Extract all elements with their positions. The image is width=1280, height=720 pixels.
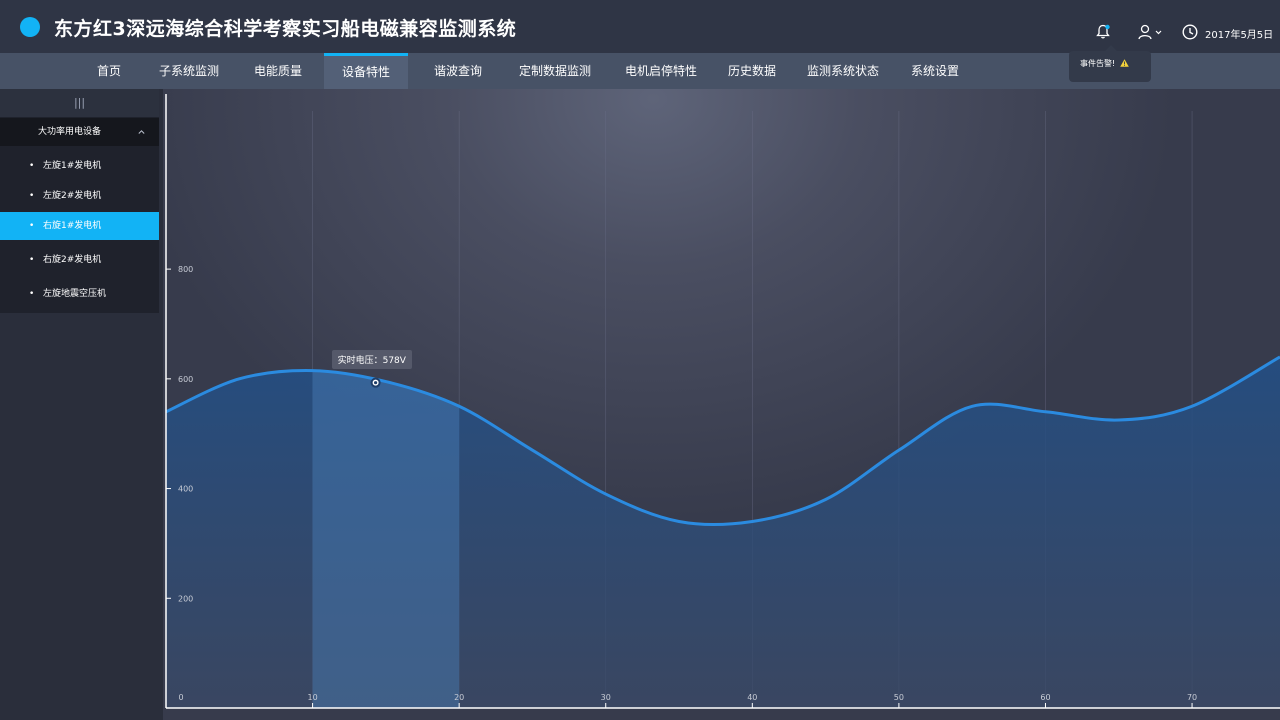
nav-item-settings[interactable]: 系统设置 [900,53,970,89]
sidebar-item-right-gen-1[interactable]: • 右旋1#发电机 [0,212,159,240]
nav-item-history[interactable]: 历史数据 [720,53,784,89]
nav-item-system-status[interactable]: 监测系统状态 [798,53,888,89]
sidebar-item-right-gen-2[interactable]: • 右旋2#发电机 [0,246,159,274]
nav-item-harmonic[interactable]: 谐波查询 [422,53,494,89]
app-title: 东方红3深远海综合科学考察实习船电磁兼容监测系统 [54,18,517,40]
nav-item-device-features[interactable]: 设备特性 [324,53,408,89]
voltage-chart: 200 400 600 800 0 10 20 30 40 50 60 70 [165,94,1280,709]
date-text: 2017年5月5日 [1205,30,1274,41]
bullet-icon: • [29,289,35,299]
clock-icon [1182,24,1198,40]
tooltip-marker-core [374,381,378,385]
sidebar-item-left-gen-2[interactable]: • 左旋2#发电机 [0,182,159,210]
y-tick-label: 400 [178,485,193,494]
x-tick-label: 50 [894,693,904,702]
nav-item-motor[interactable]: 电机启停特性 [614,53,708,89]
chart-tooltip: 实时电压：578V [331,349,412,369]
x-tick-label: 60 [1040,693,1050,702]
sidebar-item-left-compressor[interactable]: • 左旋地震空压机 [0,280,159,308]
highlight-band [312,356,460,708]
sidebar-item-label: 左旋地震空压机 [43,289,107,299]
sidebar-group-label: 大功率用电设备 [38,127,102,137]
sidebar-item-label: 右旋2#发电机 [43,255,102,265]
bell-icon[interactable] [1096,24,1110,40]
sidebar: ||| 大功率用电设备 • 左旋1#发电机 • 左旋2#发电机 • 右旋1#发电… [0,89,159,313]
sidebar-collapse-handle[interactable]: ||| [0,89,159,117]
y-tick-label: 200 [178,594,193,603]
alert-text: 事件告警! [1080,59,1116,68]
nav-item-home[interactable]: 首页 [84,53,134,89]
sidebar-item-label: 右旋1#发电机 [43,221,102,231]
bullet-icon: • [29,221,35,231]
logo-icon [20,17,40,37]
user-icon [1138,24,1162,40]
sidebar-item-label: 左旋1#发电机 [43,161,102,171]
nav-item-subsystem[interactable]: 子系统监测 [150,53,228,89]
chart-panel: 200 400 600 800 0 10 20 30 40 50 60 70 实时电压：578V [163,89,1280,720]
y-tick-label: 600 [178,375,193,384]
y-tick-label: 800 [178,265,193,274]
x-tick-label: 70 [1187,693,1197,702]
nav-item-custom-monitor[interactable]: 定制数据监测 [508,53,602,89]
bullet-icon: • [29,161,35,171]
sidebar-item-left-gen-1[interactable]: • 左旋1#发电机 [0,152,159,180]
bullet-icon: • [29,255,35,265]
x-tick-label: 40 [747,693,757,702]
x-tick-label: 30 [601,693,611,702]
warning-icon [1119,59,1129,67]
alert-tooltip[interactable]: 事件告警! [1069,45,1151,82]
nav-item-power-quality[interactable]: 电能质量 [244,53,312,89]
user-menu[interactable] [1138,24,1164,40]
x-tick-label: 10 [307,693,317,702]
sidebar-item-label: 左旋2#发电机 [43,191,102,201]
sidebar-group-high-power[interactable]: 大功率用电设备 [0,118,159,146]
x-tick-label: 20 [454,693,464,702]
bullet-icon: • [29,191,35,201]
x-tick-label: 0 [178,693,183,702]
top-bar: 东方红3深远海综合科学考察实习船电磁兼容监测系统 2017年5月5日 [0,0,1280,53]
